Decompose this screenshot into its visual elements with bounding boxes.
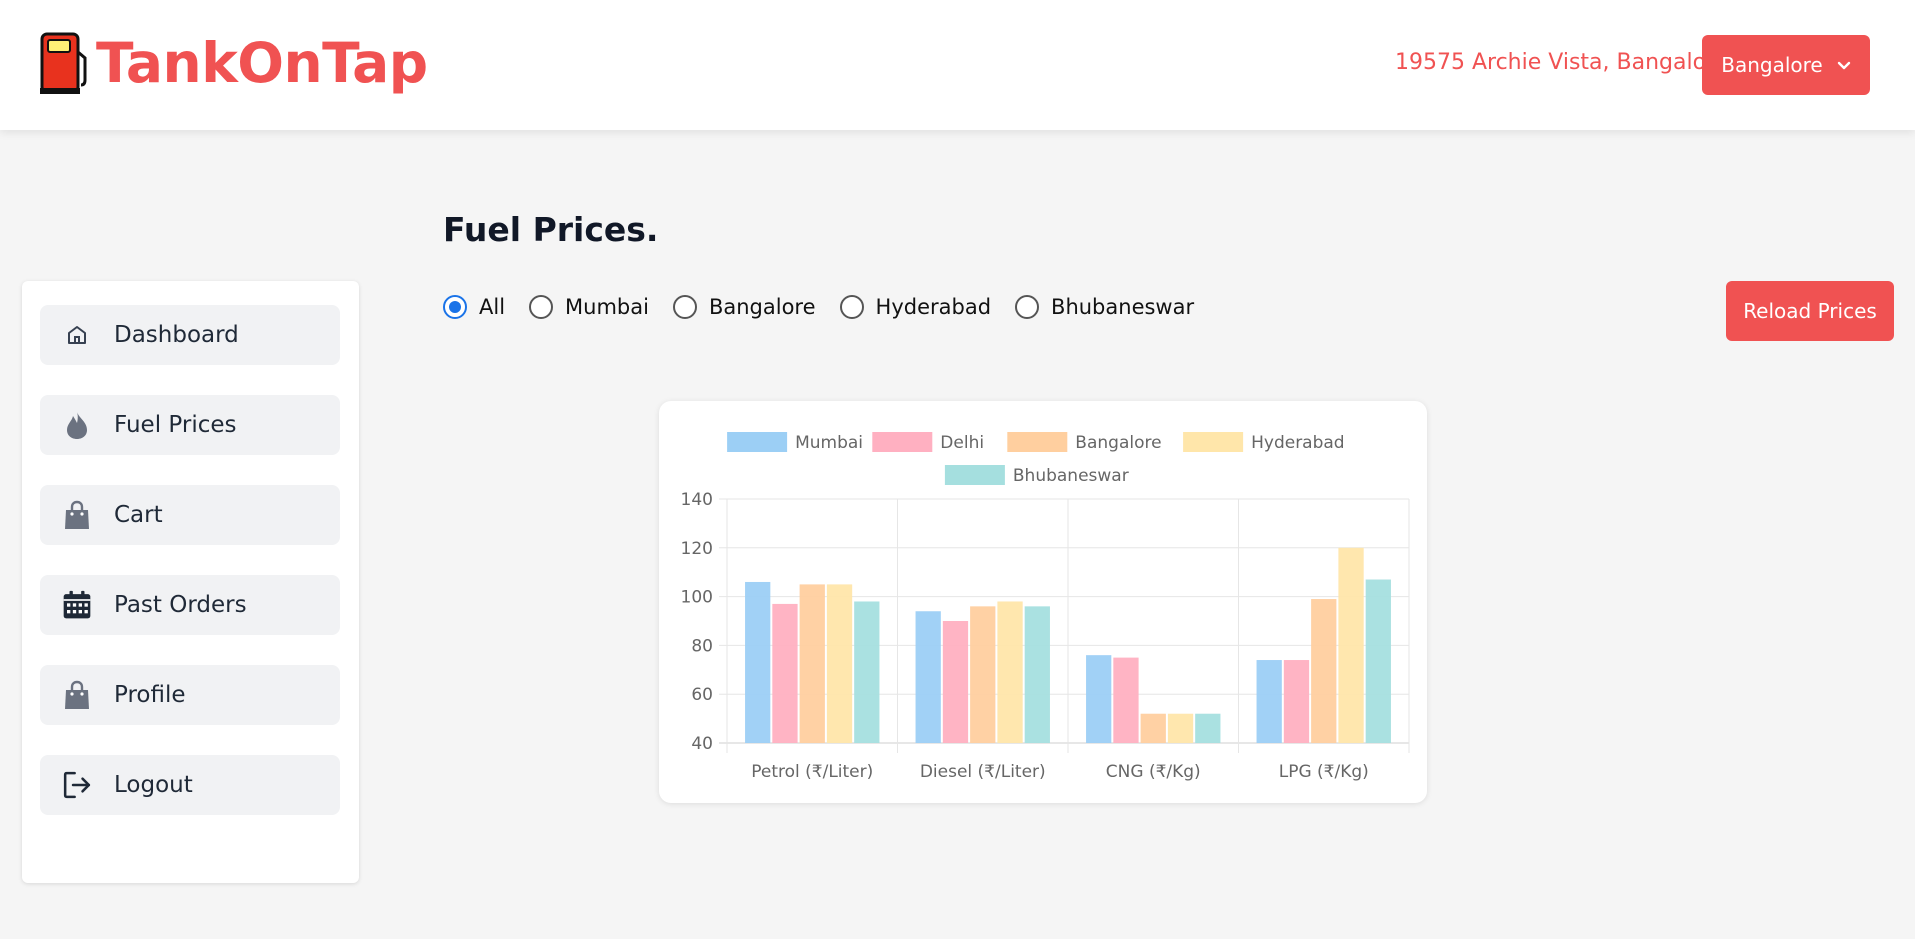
city-filter-group: All Mumbai Bangalore Hyderabad Bhubanesw… (443, 295, 1218, 319)
legend-swatch (1007, 432, 1068, 452)
bar (826, 584, 853, 743)
bar (1024, 606, 1050, 743)
chevron-down-icon (1837, 61, 1850, 70)
shopping-bag-icon (62, 500, 92, 530)
bar (997, 601, 1023, 743)
y-tick-label: 120 (681, 539, 713, 559)
legend-swatch (727, 432, 788, 452)
bar (1311, 599, 1337, 743)
flame-icon (62, 410, 92, 440)
x-tick-label: LPG (₹/Kg) (1279, 762, 1369, 782)
bar (1338, 547, 1364, 743)
radio-button[interactable] (529, 295, 554, 319)
filter-bhubaneswar[interactable]: Bhubaneswar (1015, 295, 1194, 319)
y-tick-label: 100 (681, 588, 713, 608)
filter-hyderabad[interactable]: Hyderabad (839, 295, 992, 319)
sidebar-item-dashboard[interactable]: Dashboard (40, 305, 340, 365)
legend-label: Hyderabad (1251, 433, 1345, 453)
sidebar-item-label: Logout (114, 772, 193, 798)
bar (745, 581, 771, 743)
y-tick-label: 140 (681, 490, 713, 510)
shopping-bag-icon (62, 680, 92, 710)
bar (915, 611, 941, 743)
bar (854, 601, 880, 743)
bar (1113, 657, 1139, 743)
y-tick-label: 40 (691, 734, 713, 754)
home-icon (62, 320, 92, 350)
radio-button[interactable] (839, 295, 864, 319)
filter-bangalore[interactable]: Bangalore (672, 295, 816, 319)
city-dropdown-button[interactable]: Bangalore (1702, 35, 1870, 95)
fuel-price-chart-card: 40 60 80 100 120 140 Petrol (₹/Liter) Diesel (₹… (659, 401, 1427, 803)
legend-label: Delhi (940, 433, 984, 453)
bar (772, 603, 798, 743)
x-tick-label: CNG (₹/Kg) (1106, 762, 1201, 782)
y-tick-label: 60 (691, 685, 713, 705)
delivery-address[interactable]: 19575 Archie Vista, Bangalore (1395, 50, 1728, 75)
app-header: TankOnTap 19575 Archie Vista, Bangalore … (0, 0, 1915, 130)
filter-label: Hyderabad (875, 295, 992, 319)
y-tick-label: 80 (691, 636, 713, 656)
sidebar-item-fuel-prices[interactable]: Fuel Prices (40, 395, 340, 455)
x-tick-label: Petrol (₹/Liter) (751, 762, 873, 782)
bar (1140, 713, 1166, 743)
bar (1195, 713, 1221, 743)
bar (1256, 660, 1282, 743)
radio-button[interactable] (443, 295, 467, 319)
bar (1283, 660, 1310, 743)
sidebar-item-label: Dashboard (114, 322, 239, 348)
bar (1167, 713, 1194, 743)
reload-prices-button[interactable]: Reload Prices (1726, 281, 1894, 341)
legend-swatch (872, 432, 933, 452)
sidebar-item-profile[interactable]: Profile (40, 665, 340, 725)
filter-label: Bangalore (708, 295, 816, 319)
filter-label: All (479, 295, 506, 319)
x-tick-label: Diesel (₹/Liter) (920, 762, 1046, 782)
bar (1365, 579, 1391, 743)
city-dropdown-label: Bangalore (1721, 53, 1823, 77)
legend-swatch (944, 465, 1005, 485)
brand-logo[interactable]: TankOnTap (38, 30, 428, 96)
legend-label: Mumbai (795, 433, 863, 453)
brand-name: TankOnTap (96, 31, 428, 95)
sidebar-item-logout[interactable]: Logout (40, 755, 340, 815)
sidebar-item-label: Past Orders (114, 592, 247, 618)
bar (1086, 655, 1112, 743)
sidebar-item-label: Cart (114, 502, 163, 528)
filter-mumbai[interactable]: Mumbai (529, 295, 649, 319)
radio-button[interactable] (672, 295, 697, 319)
fuel-pump-icon (40, 32, 87, 94)
filter-label: Mumbai (565, 295, 649, 319)
sidebar-item-label: Profile (114, 682, 186, 708)
bar (970, 606, 996, 743)
sidebar-item-past-orders[interactable]: Past Orders (40, 575, 340, 635)
sidebar-item-label: Fuel Prices (114, 412, 237, 438)
radio-button[interactable] (1015, 295, 1040, 319)
bar (942, 621, 969, 743)
sidebar-item-cart[interactable]: Cart (40, 485, 340, 545)
filter-label: Bhubaneswar (1051, 295, 1195, 319)
page-title: Fuel Prices. (443, 210, 659, 249)
legend-label: Bhubaneswar (1013, 466, 1129, 486)
logout-icon (62, 770, 92, 800)
bar (799, 584, 825, 743)
legend-swatch (1183, 432, 1244, 452)
calendar-icon (62, 590, 92, 620)
fuel-price-chart: 40 60 80 100 120 140 Petrol (₹/Liter) Diesel (₹… (681, 432, 1410, 782)
sidebar: Dashboard Fuel Prices Cart Past Orders P… (22, 281, 359, 883)
legend-label: Bangalore (1075, 433, 1161, 453)
filter-all[interactable]: All (443, 295, 505, 319)
